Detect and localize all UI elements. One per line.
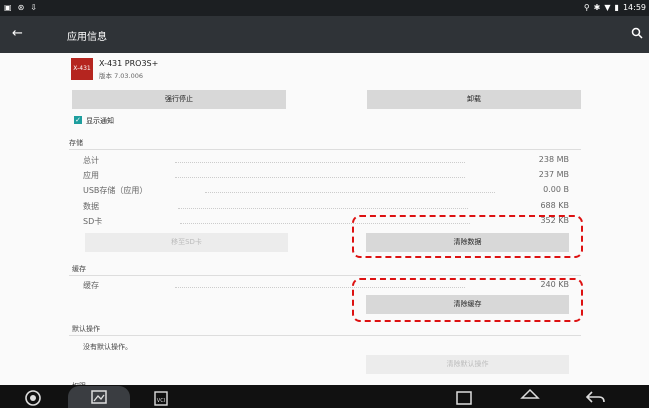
home-icon[interactable] [520, 388, 540, 406]
force-stop-button[interactable]: 强行停止 [72, 90, 286, 109]
clock: 14:59 [622, 3, 646, 12]
uninstall-button[interactable]: 卸载 [367, 90, 581, 109]
defaults-section-title: 默认操作 [72, 325, 100, 333]
back-nav-icon[interactable] [584, 389, 606, 405]
status-bar: ▣ ⊛ ⇩ ⚲ ✱ ▼ ▮ 14:59 [0, 0, 649, 16]
back-arrow-icon[interactable]: ← [12, 26, 23, 41]
svg-text:VCI: VCI [157, 398, 165, 404]
storage-row-value: 688 KB [540, 201, 569, 210]
move-to-sd-button[interactable]: 移至SD卡 [85, 233, 288, 252]
dotted-leader [175, 162, 465, 164]
battery-icon: ▮ [614, 3, 619, 12]
app-logo: X-431 [71, 58, 93, 80]
storage-row-label: USB存储（应用） [83, 186, 148, 195]
wifi-icon: ▼ [604, 3, 611, 12]
no-defaults-note: 没有默认操作。 [83, 343, 132, 351]
gallery-tab[interactable] [68, 386, 130, 408]
app-bar: ← 应用信息 [0, 16, 649, 53]
dotted-leader [175, 177, 465, 179]
storage-row-value: 0.00 B [543, 185, 569, 194]
download-icon: ⇩ [30, 3, 37, 12]
clear-data-highlight [352, 215, 583, 258]
dotted-leader [205, 192, 495, 194]
storage-row-label: 应用 [83, 171, 99, 180]
bluetooth-status-icon: ✱ [593, 3, 601, 12]
search-icon[interactable] [631, 27, 643, 39]
divider [69, 335, 581, 336]
location-icon: ⚲ [583, 3, 590, 12]
cache-row-label: 缓存 [83, 281, 99, 290]
dotted-leader [178, 208, 468, 210]
storage-row-value: 238 MB [538, 155, 569, 164]
gallery-icon [91, 390, 107, 404]
storage-section-title: 存储 [69, 139, 83, 147]
browser-icon[interactable] [24, 389, 42, 407]
recent-apps-icon[interactable] [455, 390, 473, 406]
app-name: X-431 PRO3S+ [99, 59, 159, 68]
show-notifications-label: 显示通知 [86, 117, 114, 125]
clear-cache-highlight [352, 278, 583, 322]
divider [69, 149, 581, 150]
page-title: 应用信息 [67, 32, 107, 43]
storage-row-label: 数据 [83, 202, 99, 211]
image-icon: ▣ [4, 3, 12, 12]
app-version: 版本 7.03.006 [99, 72, 144, 80]
show-notifications-checkbox[interactable]: ✓ [74, 116, 82, 124]
cache-section-title: 缓存 [72, 265, 86, 273]
storage-row-label: 总计 [83, 156, 99, 165]
navigation-bar: VCI [0, 385, 649, 408]
clear-defaults-button[interactable]: 清除默认操作 [366, 355, 569, 374]
vci-icon[interactable]: VCI [152, 389, 170, 407]
storage-row-value: 237 MB [538, 170, 569, 179]
divider [69, 275, 581, 276]
storage-row-label: SD卡 [83, 217, 103, 226]
bluetooth-icon: ⊛ [17, 3, 25, 12]
